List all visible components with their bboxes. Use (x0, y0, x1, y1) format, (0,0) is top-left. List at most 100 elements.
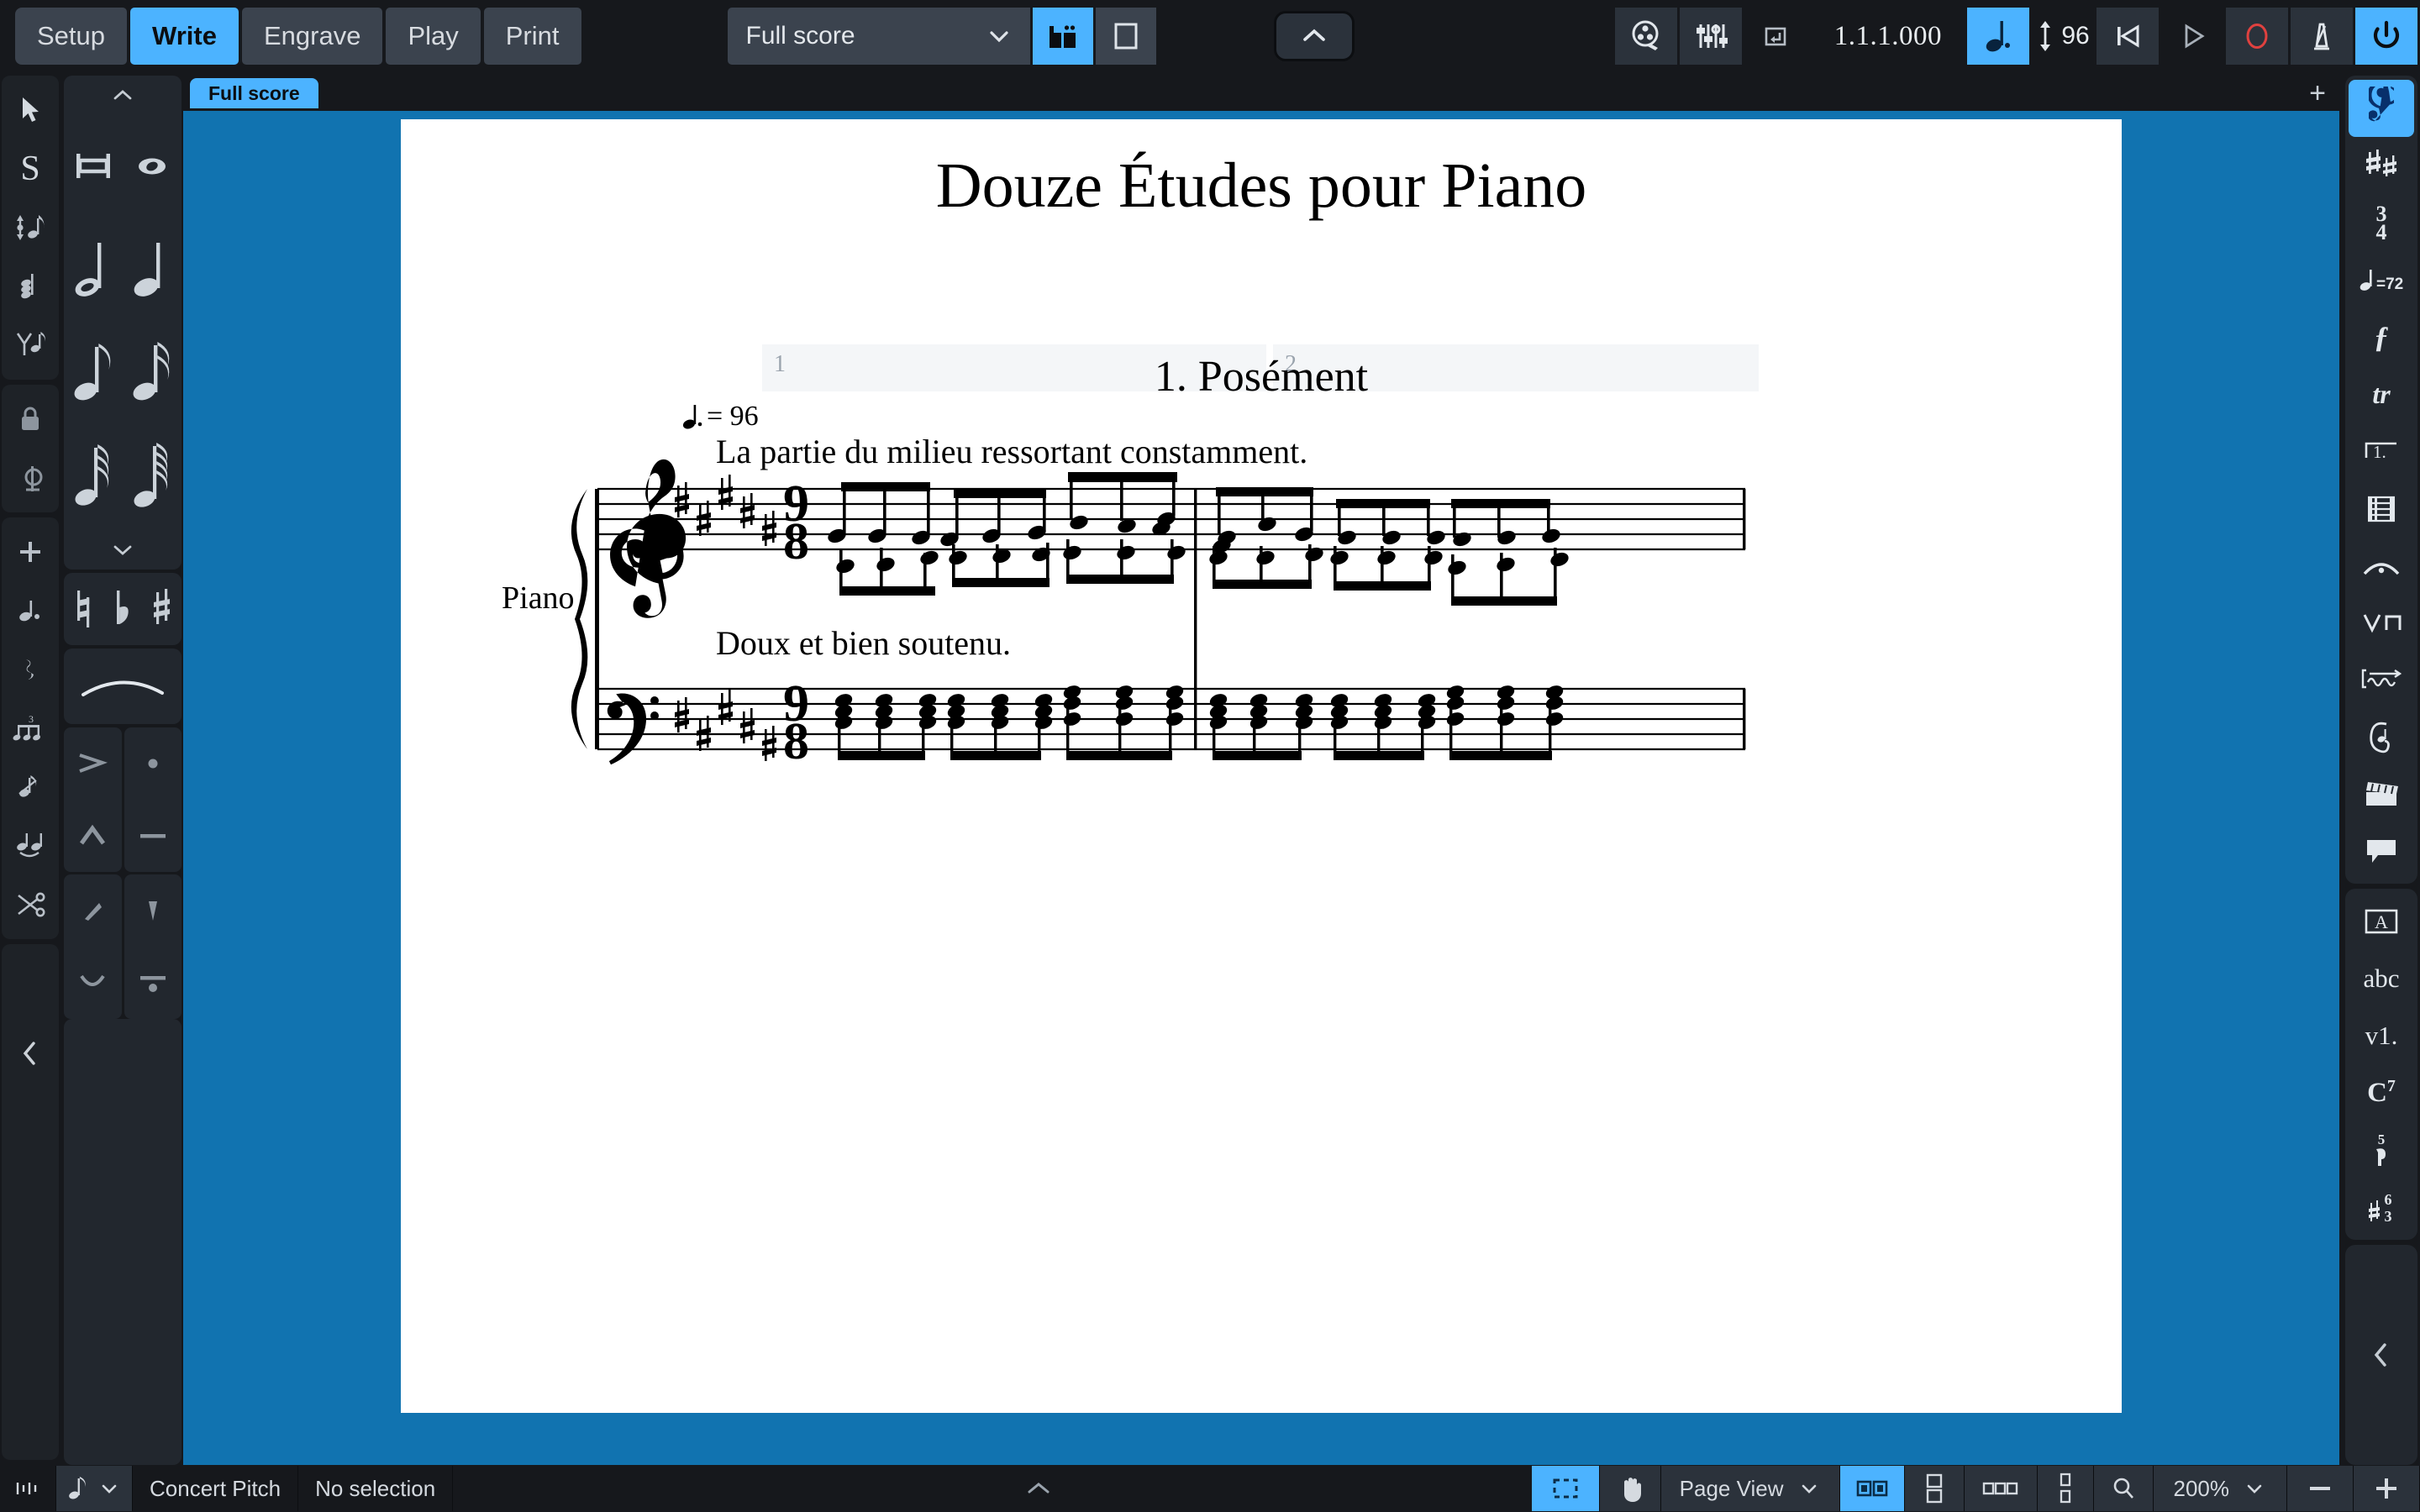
duration-sixtyfourth[interactable] (123, 427, 182, 531)
zoom-fit-button[interactable] (2093, 1466, 2154, 1511)
articulation-stress[interactable] (64, 874, 122, 947)
rhythmic-dot-button[interactable] (4, 581, 56, 640)
concert-pitch-toggle[interactable]: Concert Pitch (133, 1466, 299, 1511)
layout-select[interactable]: Full score (727, 8, 1030, 65)
tab-play[interactable]: Play (386, 8, 481, 65)
voice-button[interactable] (4, 316, 56, 375)
panel-playback-techniques-button[interactable] (2349, 708, 2414, 765)
duration-eighth[interactable] (64, 323, 123, 427)
panel-fretboard-button[interactable]: v1. (2349, 1007, 2414, 1064)
two-up-layout-button[interactable] (1904, 1466, 1965, 1511)
rhythmic-grid-button[interactable] (0, 1466, 56, 1511)
mixer-button[interactable] (1679, 8, 1742, 65)
tab-setup[interactable]: Setup (15, 8, 128, 65)
articulation-accent[interactable] (64, 727, 122, 800)
panel-fingering-button[interactable]: 5 (2349, 1121, 2414, 1179)
accidental-sharp[interactable] (142, 573, 182, 645)
panel-playing-techniques-button[interactable] (2349, 594, 2414, 651)
galley-view-button[interactable] (1032, 8, 1093, 65)
panel-dynamics-button[interactable]: ƒ (2349, 308, 2414, 365)
insert-button[interactable] (4, 522, 56, 581)
zoom-in-button[interactable] (2354, 1466, 2420, 1511)
select-tool-button[interactable] (4, 81, 56, 139)
panel-time-signatures-button[interactable]: 3 4 (2349, 194, 2414, 251)
articulation-tenuto[interactable] (124, 800, 182, 872)
grace-note-button[interactable] (4, 758, 56, 816)
duration-thirtysecond[interactable] (64, 427, 123, 531)
transport-window-button[interactable] (1744, 8, 1807, 65)
document-tab-full-score[interactable]: Full score (190, 78, 318, 108)
duration-sixteenth[interactable] (123, 323, 182, 427)
score-page[interactable]: Douze Études pour Piano 1 2 1. Posément … (401, 119, 2122, 1413)
chevron-down-icon (113, 545, 132, 555)
zoom-level-selector[interactable]: 200% (2153, 1466, 2287, 1511)
durations-scroll-down[interactable] (64, 531, 182, 570)
video-button[interactable] (1614, 8, 1677, 65)
rewind-button[interactable] (2096, 8, 2159, 65)
panel-ornaments-button[interactable]: tr (2349, 365, 2414, 423)
tempo-note-button[interactable] (1967, 8, 2029, 65)
duration-half[interactable] (64, 218, 123, 323)
page-view-button[interactable] (1095, 8, 1156, 65)
panel-chord-symbols-button[interactable]: C7 (2349, 1064, 2414, 1121)
chord-mode-button[interactable] (4, 257, 56, 316)
articulation-marcato[interactable] (64, 800, 122, 872)
record-button[interactable] (2226, 8, 2288, 65)
panel-holds-pauses-button[interactable] (2349, 537, 2414, 594)
duration-breve[interactable] (64, 114, 123, 218)
tab-engrave[interactable]: Engrave (241, 8, 383, 65)
articulation-staccatissimo[interactable] (124, 874, 182, 947)
add-tab-button[interactable]: + (2309, 79, 2326, 108)
tie-button[interactable] (4, 816, 56, 875)
tab-write[interactable]: Write (130, 8, 239, 65)
slur-button[interactable] (64, 648, 182, 724)
grid-value-selector[interactable] (56, 1466, 133, 1511)
marquee-select-button[interactable] (1531, 1466, 1600, 1511)
articulation-staccato[interactable] (124, 727, 182, 800)
lock-duration-button[interactable] (4, 390, 56, 449)
collapse-left-panel-button[interactable] (2, 1020, 59, 1087)
panel-tempo-button[interactable]: =72 (2349, 251, 2414, 308)
articulation-unstress[interactable] (64, 947, 122, 1019)
tempo-field[interactable]: 96 (2032, 8, 2094, 65)
play-button[interactable] (2161, 8, 2223, 65)
metronome-button[interactable] (2291, 8, 2353, 65)
power-button[interactable] (2355, 8, 2417, 65)
spreads-layout-button[interactable] (1839, 1466, 1905, 1511)
cut-button[interactable] (4, 875, 56, 934)
panel-key-signatures-button[interactable] (2349, 137, 2414, 194)
accidental-natural[interactable] (64, 573, 103, 645)
music-notation[interactable]: 9 8 9 8 (401, 119, 2122, 1413)
panel-figured-bass-button[interactable]: 6 3 (2349, 1179, 2414, 1236)
duration-whole[interactable] (123, 114, 182, 218)
panel-repeat-structures-button[interactable]: 1. (2349, 423, 2414, 480)
position-readout[interactable]: 1.1.1.000 (1808, 8, 1967, 65)
collapse-bottom-panel-button[interactable] (1022, 1465, 1055, 1512)
panel-comments-button[interactable] (2349, 822, 2414, 879)
rest-icon (26, 659, 34, 680)
articulation-staccato-tenuto[interactable] (124, 947, 182, 1019)
panel-barlines-button[interactable] (2349, 480, 2414, 537)
panel-lines-button[interactable] (2349, 651, 2414, 708)
vertical-pages-layout-button[interactable] (2037, 1466, 2094, 1511)
duration-quarter[interactable] (123, 218, 182, 323)
lock-pitch-button[interactable] (4, 449, 56, 507)
three-up-layout-button[interactable] (1964, 1466, 2038, 1511)
rest-button[interactable] (4, 640, 56, 699)
panel-lyrics-button[interactable]: abc (2349, 950, 2414, 1007)
panel-clefs-button[interactable] (2349, 80, 2414, 137)
collapse-right-panel-button[interactable] (2345, 1245, 2417, 1465)
zoom-out-button[interactable] (2287, 1466, 2354, 1511)
panel-video-markers-button[interactable] (2349, 765, 2414, 822)
note-input-button[interactable]: S (4, 139, 56, 198)
pitch-before-duration-button[interactable] (4, 198, 56, 257)
panel-text-button[interactable]: A (2349, 893, 2414, 950)
durations-scroll-up[interactable] (64, 76, 182, 114)
vertical-pages-icon (2060, 1473, 2070, 1504)
tab-print[interactable]: Print (483, 8, 581, 65)
view-mode-selector[interactable]: Page View (1660, 1466, 1840, 1511)
hand-tool-button[interactable] (1599, 1466, 1661, 1511)
accidental-flat[interactable] (103, 573, 143, 645)
tuplet-button[interactable]: 3 (4, 699, 56, 758)
collapse-toolbar-button[interactable] (1273, 11, 1355, 61)
